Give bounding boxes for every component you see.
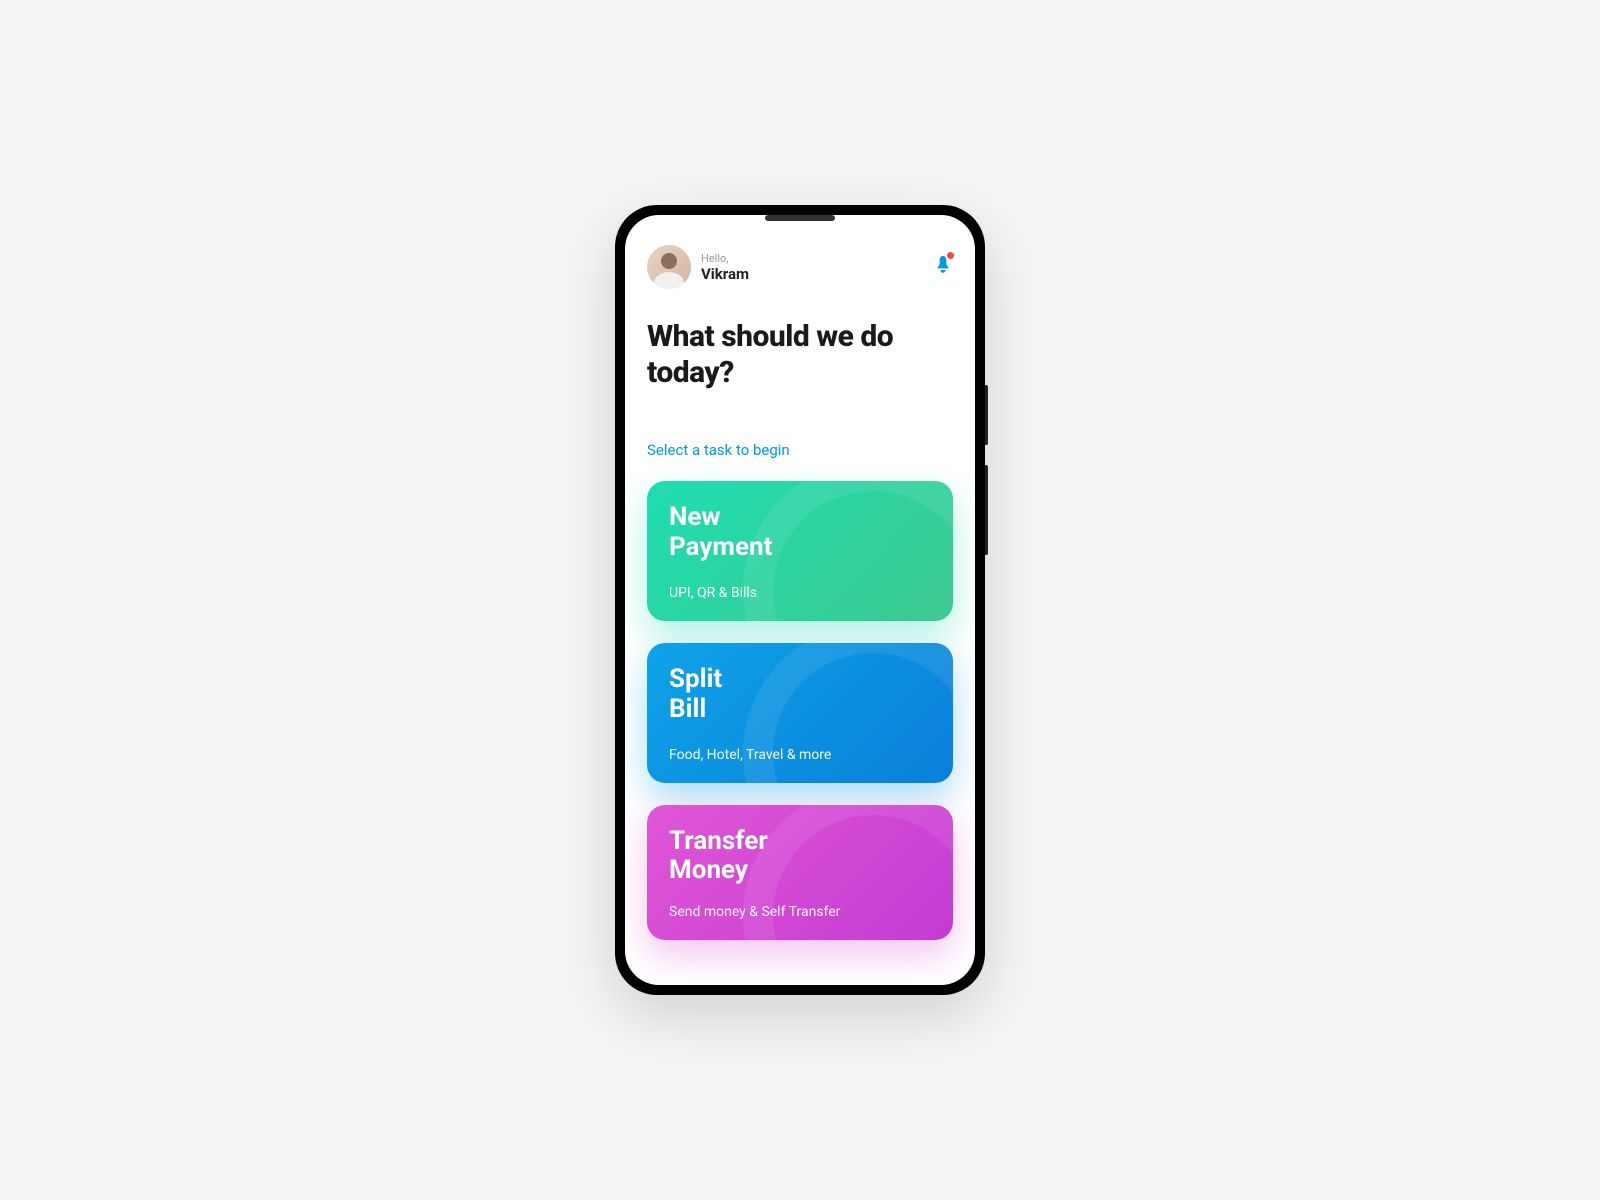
greeting-text: Hello, Vikram (701, 252, 749, 283)
notification-bell-icon[interactable] (933, 254, 953, 280)
main-heading: What should we do today? (647, 319, 953, 391)
header-user-section[interactable]: Hello, Vikram (647, 245, 749, 289)
card-title: New Payment (669, 503, 931, 563)
phone-notch (765, 215, 835, 221)
subheading: Select a task to begin (647, 441, 953, 459)
card-subtitle: UPI, QR & Bills (669, 585, 931, 601)
notification-badge (947, 252, 954, 259)
phone-volume-button (985, 385, 988, 445)
username: Vikram (701, 265, 749, 283)
task-card-split-bill[interactable]: Split Bill Food, Hotel, Travel & more (647, 643, 953, 783)
task-card-transfer-money[interactable]: Transfer Money Send money & Self Transfe… (647, 805, 953, 941)
app-content: Hello, Vikram What should we do today? S… (625, 215, 975, 985)
card-subtitle: Send money & Self Transfer (669, 904, 931, 920)
task-card-new-payment[interactable]: New Payment UPI, QR & Bills (647, 481, 953, 621)
card-title: Split Bill (669, 665, 931, 725)
phone-frame: Hello, Vikram What should we do today? S… (615, 205, 985, 995)
card-subtitle: Food, Hotel, Travel & more (669, 747, 931, 763)
user-avatar[interactable] (647, 245, 691, 289)
app-header: Hello, Vikram (647, 245, 953, 289)
card-title: Transfer Money (669, 827, 931, 887)
phone-screen: Hello, Vikram What should we do today? S… (625, 215, 975, 985)
greeting-label: Hello, (701, 252, 749, 265)
phone-power-button (985, 465, 988, 555)
